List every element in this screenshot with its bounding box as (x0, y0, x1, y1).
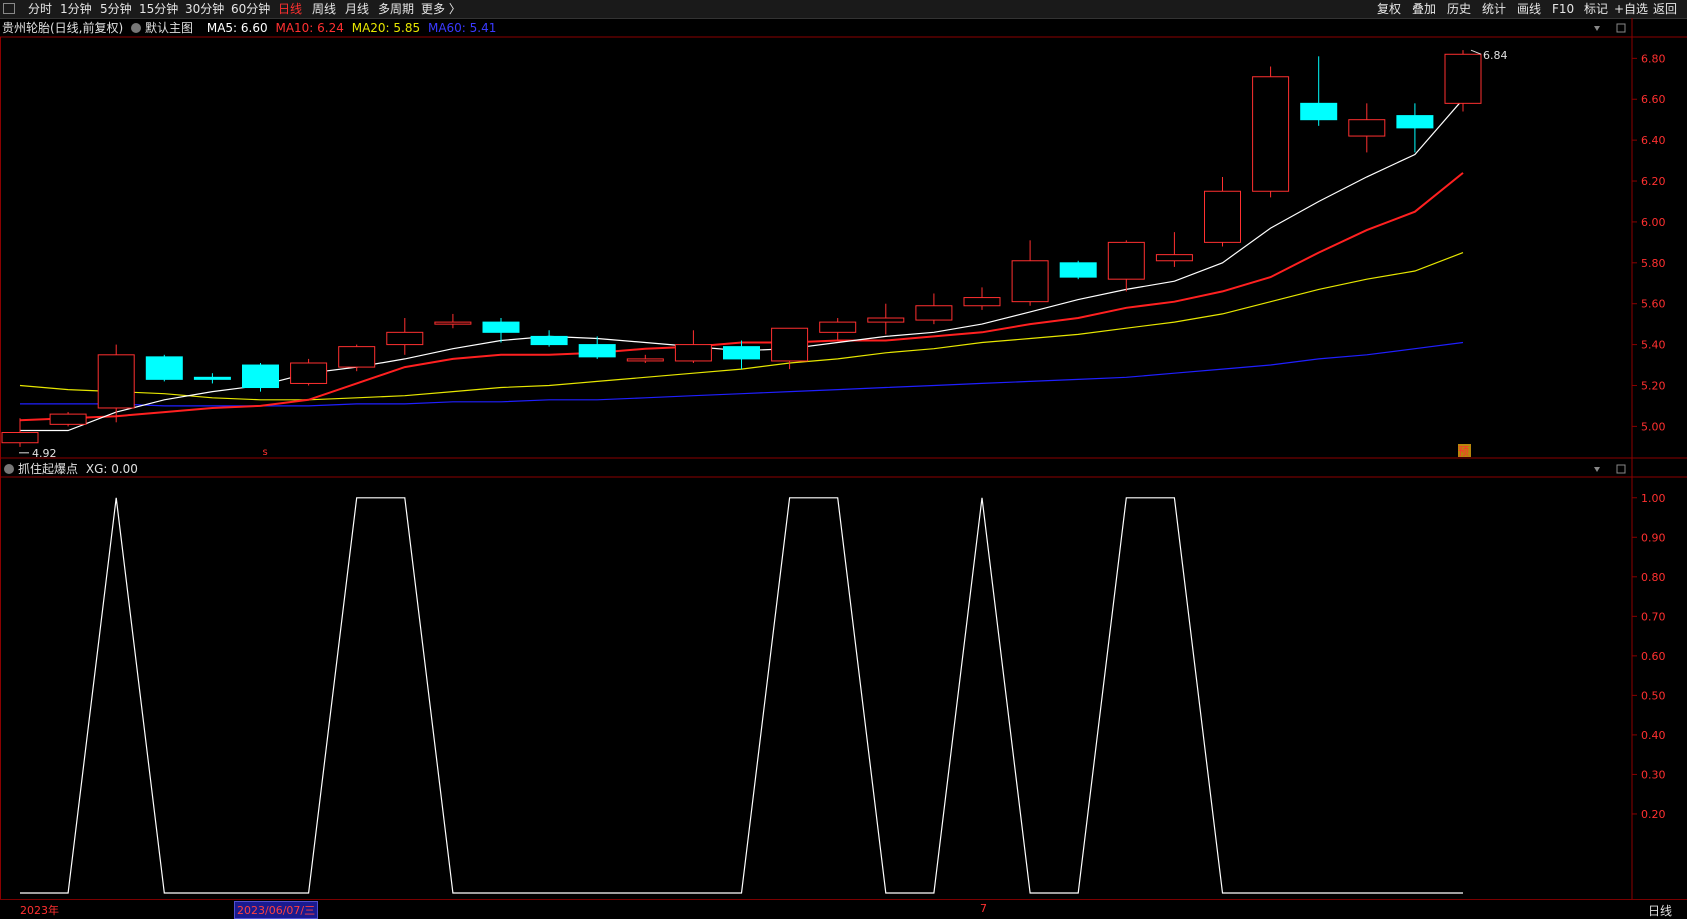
high-price-label: 6.84 (1483, 49, 1508, 62)
indicator-tick-label: 1.00 (1641, 492, 1666, 505)
candle-body (338, 346, 376, 368)
candle-body (97, 354, 135, 409)
ma10-line (19, 172, 1464, 422)
candle-body (290, 362, 328, 384)
candle-body (771, 327, 809, 362)
candle-body (49, 413, 87, 425)
candle-body (386, 331, 424, 346)
indicator-tick-label: 0.60 (1641, 650, 1666, 663)
price-tick-label: 5.20 (1641, 379, 1666, 392)
indicator-tick-label: 0.30 (1641, 768, 1666, 781)
candle-body (242, 364, 279, 389)
indicator-tick-label: 0.20 (1641, 808, 1666, 821)
indicator-tick-label: 0.50 (1641, 689, 1666, 702)
price-tick-label: 6.80 (1641, 52, 1666, 65)
year-label: 2023年 (20, 904, 59, 917)
xg-signal-line (20, 497, 1463, 894)
forecast-marker: 预 (1458, 445, 1469, 458)
indicator-tick-label: 0.80 (1641, 571, 1666, 584)
date-axis-bar: 2023年 2023/06/07/三 7 日线 (0, 899, 1687, 919)
panel-maximize-icon (1616, 23, 1626, 33)
candle-body (723, 346, 760, 360)
candle-body (193, 376, 231, 380)
price-tick-label: 6.60 (1641, 93, 1666, 106)
panel-collapse-icon (1594, 467, 1600, 472)
price-tick-label: 5.80 (1641, 257, 1666, 270)
price-tick-label: 5.00 (1641, 420, 1666, 433)
ma20-line (19, 252, 1464, 401)
candle-body (819, 321, 857, 333)
candle-body (867, 317, 905, 323)
panel-maximize-icon (1616, 464, 1626, 474)
candle-body (530, 335, 568, 346)
candle-body (1396, 115, 1434, 129)
candle-body (915, 305, 953, 321)
kline-chart[interactable]: 6.80 6.60 6.40 6.20 6.00 5.80 5.60 5.40 5.20 5.00… (0, 0, 1687, 917)
month-label: 7 (980, 902, 987, 915)
candle-body (1444, 53, 1482, 104)
low-price-label: 4.92 (32, 447, 57, 460)
high-marker-arrow (1470, 49, 1482, 55)
indicator-tick-label: 0.40 (1641, 729, 1666, 742)
indicator-tick-label: 0.90 (1641, 531, 1666, 544)
candle-body (674, 344, 712, 362)
candle-body (145, 356, 183, 380)
cursor-date-label: 2023/06/07/三 (234, 901, 319, 919)
price-tick-label: 6.00 (1641, 216, 1666, 229)
indicator-tick-label: 0.70 (1641, 610, 1666, 623)
signal-s-marker: s (263, 447, 268, 458)
ma5-line (20, 98, 1464, 432)
price-tick-label: 5.40 (1641, 339, 1666, 352)
candle-body (1, 432, 39, 444)
candle-body (626, 358, 664, 362)
period-label: 日线 (1648, 904, 1673, 918)
candle-body (1059, 262, 1097, 278)
candle-body (578, 344, 616, 358)
candle-body (434, 321, 472, 325)
candle-body (1348, 119, 1386, 137)
candle-body (1204, 190, 1241, 243)
price-tick-label: 6.40 (1641, 134, 1666, 147)
price-tick-label: 6.20 (1641, 175, 1666, 188)
candle-body (482, 321, 520, 333)
candle-body (1011, 260, 1049, 303)
price-tick-label: 5.60 (1641, 298, 1666, 311)
candle-body (963, 297, 1001, 307)
candle-body (1300, 102, 1338, 121)
candle-body (1252, 76, 1290, 192)
candle-body (1155, 254, 1193, 262)
panel-collapse-icon (1594, 26, 1600, 31)
candle-body (1107, 241, 1145, 280)
